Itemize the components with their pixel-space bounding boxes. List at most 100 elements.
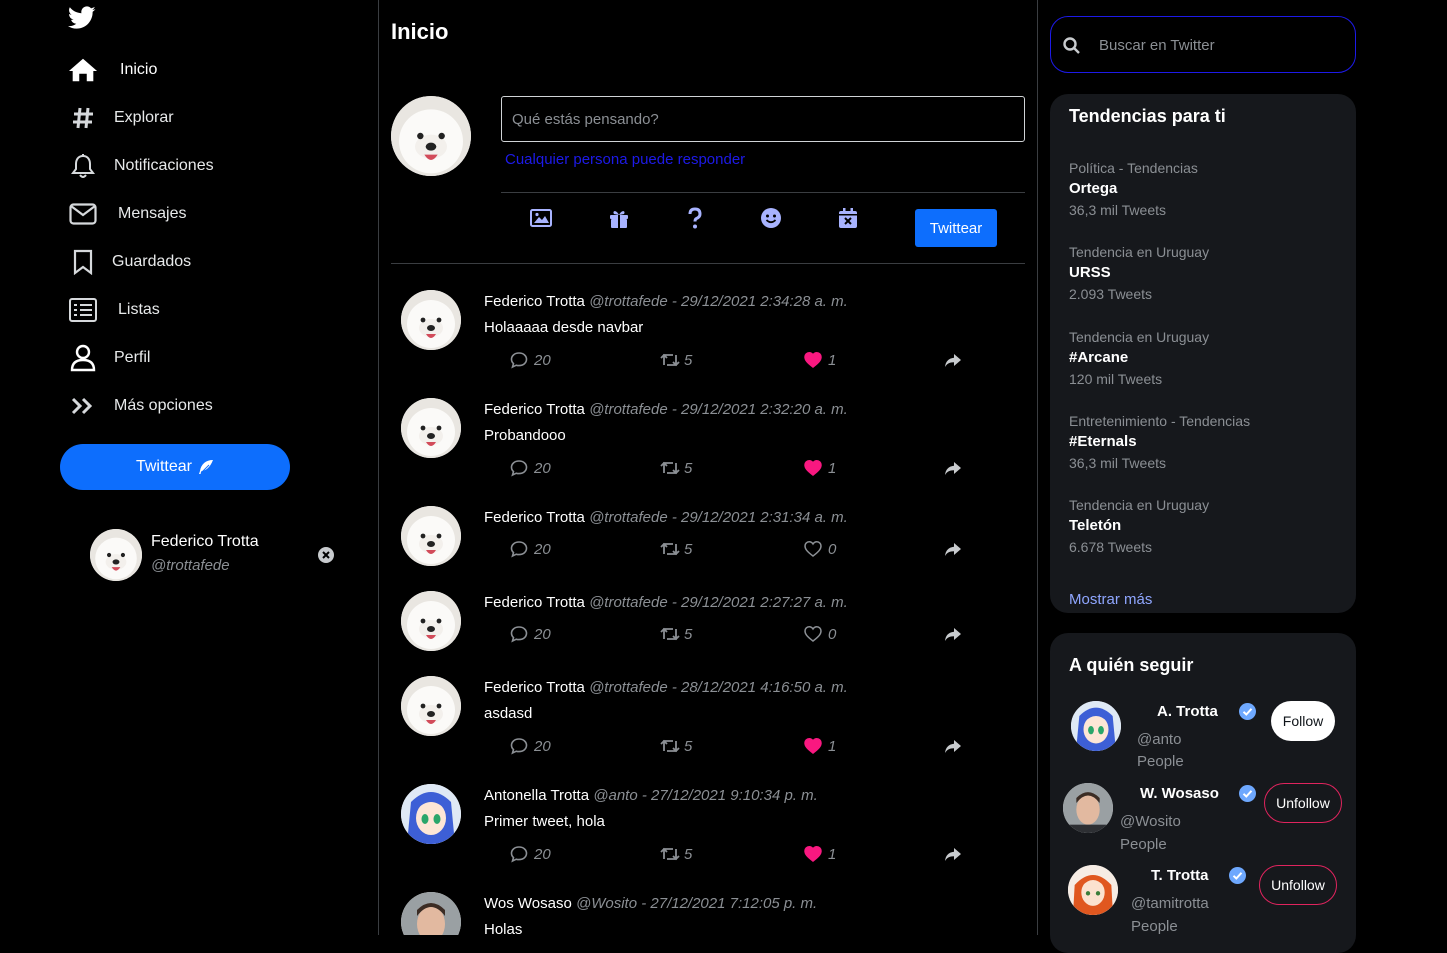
- retweet-count: 5: [684, 351, 693, 369]
- compose-tweet-button[interactable]: Twittear: [915, 209, 997, 247]
- share-action[interactable]: [944, 625, 962, 643]
- close-icon[interactable]: [318, 547, 334, 563]
- trend-topic: Ortega: [1069, 180, 1118, 197]
- retweet-count: 5: [684, 459, 693, 477]
- tweet-author[interactable]: Federico Trotta: [484, 594, 585, 611]
- nav-item-explorar[interactable]: Explorar: [68, 102, 174, 134]
- avatar[interactable]: [401, 591, 461, 651]
- heart-icon: [804, 625, 822, 643]
- list-icon: [68, 295, 98, 325]
- tweet-author[interactable]: Antonella Trotta: [484, 787, 589, 804]
- trend-item[interactable]: Tendencia en Uruguay URSS 2.093 Tweets: [1069, 242, 1339, 304]
- twitter-logo-icon[interactable]: [68, 6, 96, 30]
- share-action[interactable]: [944, 737, 962, 755]
- like-action[interactable]: 1: [804, 351, 836, 369]
- share-action[interactable]: [944, 845, 962, 863]
- trend-item[interactable]: Tendencia en Uruguay Teletón 6.678 Tweet…: [1069, 495, 1339, 557]
- reply-count: 20: [534, 625, 551, 643]
- unfollow-button[interactable]: Unfollow: [1259, 865, 1337, 905]
- retweet-count: 5: [684, 845, 693, 863]
- reply-action[interactable]: 20: [510, 540, 551, 558]
- smile-icon[interactable]: [759, 206, 783, 230]
- comment-icon: [510, 540, 528, 558]
- trend-item[interactable]: Entretenimiento - Tendencias #Eternals 3…: [1069, 411, 1339, 473]
- avatar[interactable]: [401, 892, 461, 935]
- tweet-meta: @trottafede - 29/12/2021 2:27:27 a. m.: [589, 594, 848, 611]
- retweet-action[interactable]: 5: [660, 625, 692, 643]
- tweet-header: Federico Trotta @trottafede - 29/12/2021…: [484, 401, 848, 418]
- comment-icon: [510, 845, 528, 863]
- search-box[interactable]: [1050, 16, 1356, 73]
- nav-item-listas[interactable]: Listas: [68, 294, 160, 326]
- avatar[interactable]: [401, 398, 461, 458]
- avatar[interactable]: [401, 290, 461, 350]
- tweet-author[interactable]: Federico Trotta: [484, 401, 585, 418]
- tweet-button[interactable]: Twittear: [60, 444, 290, 490]
- who-to-follow-panel: A quién seguir A. Trotta @anto People Fo…: [1050, 633, 1356, 953]
- image-icon[interactable]: [529, 206, 553, 230]
- nav-item-mensajes[interactable]: Mensajes: [68, 198, 186, 230]
- tweet-author[interactable]: Federico Trotta: [484, 509, 585, 526]
- tweet-text: Primer tweet, hola: [484, 813, 605, 830]
- verified-icon: [1239, 703, 1256, 720]
- gift-icon[interactable]: [607, 206, 631, 230]
- reply-action[interactable]: 20: [510, 845, 551, 863]
- account-switcher[interactable]: Federico Trotta @trottafede: [90, 529, 340, 581]
- tweet-author[interactable]: Wos Wosaso: [484, 895, 572, 912]
- divider: [501, 192, 1025, 193]
- share-action[interactable]: [944, 351, 962, 369]
- nav-item-inicio[interactable]: Inicio: [68, 54, 157, 86]
- like-action[interactable]: 1: [804, 845, 836, 863]
- reply-action[interactable]: 20: [510, 737, 551, 755]
- tweet-header: Antonella Trotta @anto - 27/12/2021 9:10…: [484, 787, 818, 804]
- nav-item-notificaciones[interactable]: Notificaciones: [68, 150, 214, 182]
- retweet-action[interactable]: 5: [660, 459, 692, 477]
- question-icon[interactable]: [683, 206, 707, 230]
- follow-button[interactable]: Follow: [1271, 701, 1335, 741]
- share-action[interactable]: [944, 540, 962, 558]
- reply-action[interactable]: 20: [510, 459, 551, 477]
- tweet-author[interactable]: Federico Trotta: [484, 293, 585, 310]
- trends-panel: Tendencias para ti Política - Tendencias…: [1050, 94, 1356, 613]
- calendar-x-icon[interactable]: [836, 206, 860, 230]
- trend-item[interactable]: Política - Tendencias Ortega 36,3 mil Tw…: [1069, 158, 1339, 220]
- retweet-count: 5: [684, 737, 693, 755]
- search-input[interactable]: [1097, 31, 1347, 59]
- divider: [391, 263, 1025, 264]
- nav-item-perfil[interactable]: Perfil: [68, 342, 150, 374]
- reply-setting-link[interactable]: Cualquier persona puede responder: [505, 151, 745, 168]
- retweet-action[interactable]: 5: [660, 737, 692, 755]
- like-action[interactable]: 1: [804, 459, 836, 477]
- like-action[interactable]: 0: [804, 625, 836, 643]
- avatar[interactable]: [401, 784, 461, 844]
- bell-icon: [68, 151, 98, 181]
- share-action[interactable]: [944, 459, 962, 477]
- follow-title: A quién seguir: [1069, 655, 1194, 675]
- avatar[interactable]: [401, 676, 461, 736]
- suggestion-handle: @anto: [1137, 731, 1182, 748]
- tweet-author[interactable]: Federico Trotta: [484, 679, 585, 696]
- avatar[interactable]: [401, 506, 461, 566]
- retweet-action[interactable]: 5: [660, 845, 692, 863]
- suggestion-type: People: [1131, 918, 1178, 935]
- show-more-link[interactable]: Mostrar más: [1069, 591, 1152, 608]
- reply-action[interactable]: 20: [510, 351, 551, 369]
- heart-icon: [804, 459, 822, 477]
- tweet-text: asdasd: [484, 705, 533, 722]
- reply-action[interactable]: 20: [510, 625, 551, 643]
- nav-item-mas-opciones[interactable]: Más opciones: [68, 390, 213, 422]
- nav-label: Inicio: [120, 61, 158, 78]
- reply-count: 20: [534, 351, 551, 369]
- like-action[interactable]: 1: [804, 737, 836, 755]
- trend-item[interactable]: Tendencia en Uruguay #Arcane 120 mil Twe…: [1069, 327, 1339, 389]
- account-handle: @trottafede: [151, 557, 230, 574]
- compose-input[interactable]: [501, 96, 1025, 142]
- retweet-action[interactable]: 5: [660, 351, 692, 369]
- retweet-action[interactable]: 5: [660, 540, 692, 558]
- verified-icon: [1229, 867, 1246, 884]
- unfollow-button[interactable]: Unfollow: [1264, 783, 1342, 823]
- like-action[interactable]: 0: [804, 540, 836, 558]
- nav-item-guardados[interactable]: Guardados: [68, 246, 191, 278]
- trend-count: 36,3 mil Tweets: [1069, 455, 1167, 471]
- comment-icon: [510, 459, 528, 477]
